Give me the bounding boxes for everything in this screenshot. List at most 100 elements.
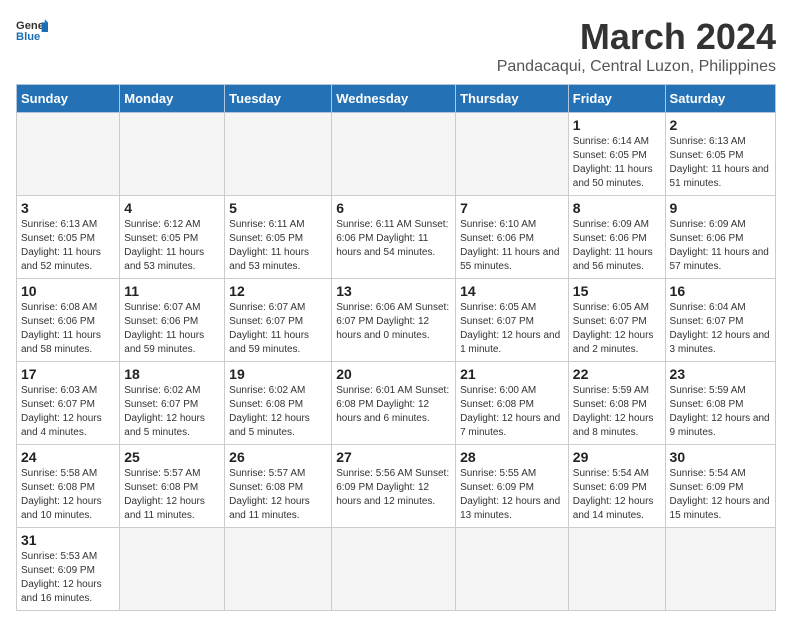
day-number: 27 <box>336 449 451 465</box>
calendar-week-row: 1 Sunrise: 6:14 AM Sunset: 6:05 PM Daylig… <box>17 113 776 196</box>
day-info: Sunrise: 6:14 AM Sunset: 6:05 PM Dayligh… <box>573 135 661 191</box>
table-row <box>17 113 120 196</box>
day-info: Sunrise: 5:59 AM Sunset: 6:08 PM Dayligh… <box>573 384 661 440</box>
table-row: 15 Sunrise: 6:05 AM Sunset: 6:07 PM Dayli… <box>568 279 665 362</box>
day-number: 20 <box>336 366 451 382</box>
table-row: 29 Sunrise: 5:54 AM Sunset: 6:09 PM Dayli… <box>568 445 665 528</box>
day-info: Sunrise: 6:13 AM Sunset: 6:05 PM Dayligh… <box>670 135 771 191</box>
svg-text:Blue: Blue <box>16 31 40 43</box>
day-number: 24 <box>21 449 115 465</box>
day-number: 30 <box>670 449 771 465</box>
day-info: Sunrise: 5:53 AM Sunset: 6:09 PM Dayligh… <box>21 550 115 606</box>
table-row: 11 Sunrise: 6:07 AM Sunset: 6:06 PM Dayli… <box>120 279 225 362</box>
location-subtitle: Pandacaqui, Central Luzon, Philippines <box>497 58 776 76</box>
day-number: 1 <box>573 117 661 133</box>
calendar-week-row: 10Sunrise: 6:08 AM Sunset: 6:06 PM Dayli… <box>17 279 776 362</box>
day-info: Sunrise: 5:58 AM Sunset: 6:08 PM Dayligh… <box>21 467 115 523</box>
header: General Blue March 2024 Pandacaqui, Cent… <box>16 16 776 76</box>
table-row <box>225 113 332 196</box>
table-row: 31 Sunrise: 5:53 AM Sunset: 6:09 PM Dayli… <box>17 528 120 611</box>
table-row: 16Sunrise: 6:04 AM Sunset: 6:07 PM Dayli… <box>665 279 775 362</box>
day-number: 18 <box>124 366 220 382</box>
days-header-row: Sunday Monday Tuesday Wednesday Thursday… <box>17 85 776 113</box>
day-number: 22 <box>573 366 661 382</box>
table-row <box>665 528 775 611</box>
day-number: 7 <box>460 200 564 216</box>
table-row: 9 Sunrise: 6:09 AM Sunset: 6:06 PM Daylig… <box>665 196 775 279</box>
day-info: Sunrise: 6:12 AM Sunset: 6:05 PM Dayligh… <box>124 218 220 274</box>
day-info: Sunrise: 6:05 AM Sunset: 6:07 PM Dayligh… <box>573 301 661 357</box>
day-number: 11 <box>124 283 220 299</box>
header-tuesday: Tuesday <box>225 85 332 113</box>
day-number: 10 <box>21 283 115 299</box>
day-number: 5 <box>229 200 327 216</box>
header-saturday: Saturday <box>665 85 775 113</box>
table-row: 1 Sunrise: 6:14 AM Sunset: 6:05 PM Daylig… <box>568 113 665 196</box>
table-row: 21 Sunrise: 6:00 AM Sunset: 6:08 PM Dayli… <box>456 362 569 445</box>
month-title: March 2024 <box>497 16 776 58</box>
day-number: 31 <box>21 532 115 548</box>
day-info: Sunrise: 6:07 AM Sunset: 6:07 PM Dayligh… <box>229 301 327 357</box>
header-sunday: Sunday <box>17 85 120 113</box>
table-row: 8Sunrise: 6:09 AM Sunset: 6:06 PM Daylig… <box>568 196 665 279</box>
day-info: Sunrise: 6:06 AM Sunset: 6:07 PM Dayligh… <box>336 301 451 343</box>
day-info: Sunrise: 5:59 AM Sunset: 6:08 PM Dayligh… <box>670 384 771 440</box>
day-number: 26 <box>229 449 327 465</box>
table-row <box>120 113 225 196</box>
table-row <box>120 528 225 611</box>
day-info: Sunrise: 6:10 AM Sunset: 6:06 PM Dayligh… <box>460 218 564 274</box>
table-row <box>568 528 665 611</box>
day-info: Sunrise: 6:03 AM Sunset: 6:07 PM Dayligh… <box>21 384 115 440</box>
day-number: 13 <box>336 283 451 299</box>
day-number: 8 <box>573 200 661 216</box>
day-info: Sunrise: 6:11 AM Sunset: 6:05 PM Dayligh… <box>229 218 327 274</box>
table-row: 7 Sunrise: 6:10 AM Sunset: 6:06 PM Daylig… <box>456 196 569 279</box>
table-row: 10Sunrise: 6:08 AM Sunset: 6:06 PM Dayli… <box>17 279 120 362</box>
table-row: 23 Sunrise: 5:59 AM Sunset: 6:08 PM Dayli… <box>665 362 775 445</box>
table-row: 13 Sunrise: 6:06 AM Sunset: 6:07 PM Dayli… <box>332 279 456 362</box>
day-number: 6 <box>336 200 451 216</box>
table-row: 28Sunrise: 5:55 AM Sunset: 6:09 PM Dayli… <box>456 445 569 528</box>
day-info: Sunrise: 6:02 AM Sunset: 6:07 PM Dayligh… <box>124 384 220 440</box>
header-thursday: Thursday <box>456 85 569 113</box>
table-row <box>225 528 332 611</box>
calendar-week-row: 3 Sunrise: 6:13 AM Sunset: 6:05 PM Daylig… <box>17 196 776 279</box>
table-row: 19Sunrise: 6:02 AM Sunset: 6:08 PM Dayli… <box>225 362 332 445</box>
day-info: Sunrise: 6:13 AM Sunset: 6:05 PM Dayligh… <box>21 218 115 274</box>
table-row: 2 Sunrise: 6:13 AM Sunset: 6:05 PM Daylig… <box>665 113 775 196</box>
day-number: 2 <box>670 117 771 133</box>
day-number: 29 <box>573 449 661 465</box>
table-row: 18 Sunrise: 6:02 AM Sunset: 6:07 PM Dayli… <box>120 362 225 445</box>
day-number: 3 <box>21 200 115 216</box>
day-number: 4 <box>124 200 220 216</box>
day-info: Sunrise: 6:07 AM Sunset: 6:06 PM Dayligh… <box>124 301 220 357</box>
header-wednesday: Wednesday <box>332 85 456 113</box>
day-number: 9 <box>670 200 771 216</box>
table-row: 4 Sunrise: 6:12 AM Sunset: 6:05 PM Daylig… <box>120 196 225 279</box>
day-number: 28 <box>460 449 564 465</box>
calendar-table: Sunday Monday Tuesday Wednesday Thursday… <box>16 84 776 611</box>
table-row: 6Sunrise: 6:11 AM Sunset: 6:06 PM Daylig… <box>332 196 456 279</box>
day-number: 23 <box>670 366 771 382</box>
table-row: 20 Sunrise: 6:01 AM Sunset: 6:08 PM Dayli… <box>332 362 456 445</box>
title-section: March 2024 Pandacaqui, Central Luzon, Ph… <box>497 16 776 76</box>
table-row: 22 Sunrise: 5:59 AM Sunset: 6:08 PM Dayli… <box>568 362 665 445</box>
day-info: Sunrise: 6:01 AM Sunset: 6:08 PM Dayligh… <box>336 384 451 426</box>
day-number: 12 <box>229 283 327 299</box>
calendar-week-row: 24 Sunrise: 5:58 AM Sunset: 6:08 PM Dayli… <box>17 445 776 528</box>
table-row: 12 Sunrise: 6:07 AM Sunset: 6:07 PM Dayli… <box>225 279 332 362</box>
logo-icon: General Blue <box>16 16 48 44</box>
logo: General Blue <box>16 16 48 44</box>
header-friday: Friday <box>568 85 665 113</box>
day-number: 14 <box>460 283 564 299</box>
day-info: Sunrise: 6:00 AM Sunset: 6:08 PM Dayligh… <box>460 384 564 440</box>
day-number: 15 <box>573 283 661 299</box>
day-number: 25 <box>124 449 220 465</box>
day-info: Sunrise: 6:09 AM Sunset: 6:06 PM Dayligh… <box>670 218 771 274</box>
table-row: 17Sunrise: 6:03 AM Sunset: 6:07 PM Dayli… <box>17 362 120 445</box>
day-info: Sunrise: 5:54 AM Sunset: 6:09 PM Dayligh… <box>573 467 661 523</box>
day-number: 21 <box>460 366 564 382</box>
table-row <box>332 528 456 611</box>
table-row: 3 Sunrise: 6:13 AM Sunset: 6:05 PM Daylig… <box>17 196 120 279</box>
day-info: Sunrise: 5:57 AM Sunset: 6:08 PM Dayligh… <box>124 467 220 523</box>
